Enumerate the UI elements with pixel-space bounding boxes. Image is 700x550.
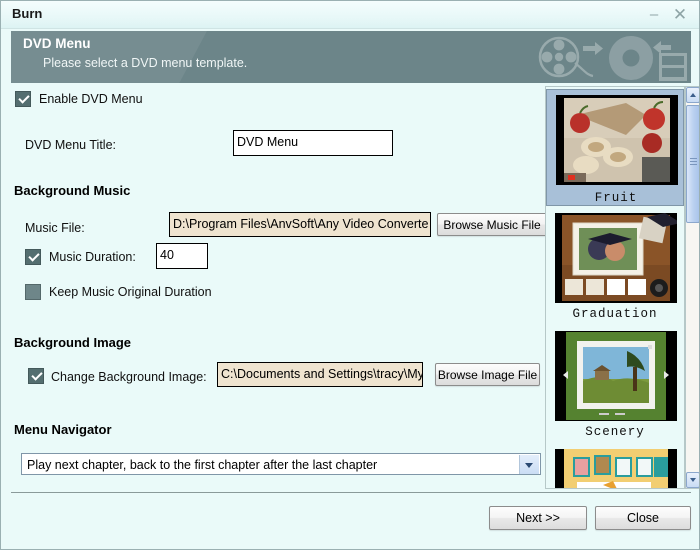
change-background-image-label: Change Background Image: [51,370,207,384]
template-item-scenery[interactable]: Scenery [546,327,684,444]
film-reel-icon [540,38,593,76]
template-thumbnail-partial [555,449,677,489]
music-file-label: Music File: [25,221,85,235]
browse-image-file-button[interactable]: Browse Image File [435,363,540,386]
template-thumbnail-graduation [555,213,677,303]
dvd-burn-decoration-icon [531,31,691,83]
template-thumbnail-fruit [556,95,678,185]
template-name-fruit: Fruit [547,190,684,206]
template-name-scenery: Scenery [546,425,684,439]
browse-image-file-label: Browse Image File [436,364,539,385]
keep-original-duration-checkbox[interactable] [25,284,41,300]
title-bar: Burn – ✕ [1,1,700,29]
template-item-fruit[interactable]: Fruit [546,89,684,206]
music-duration-label: Music Duration: [49,250,136,264]
next-button[interactable]: Next >> [489,506,587,530]
arrow-right-icon [583,42,603,55]
page-subtitle: Please select a DVD menu template. [43,56,247,70]
template-list-scrollbar[interactable] [685,86,700,489]
page-header: DVD Menu Please select a DVD menu templa… [11,31,691,83]
dvd-menu-title-label: DVD Menu Title: [25,138,116,152]
music-duration-checkbox[interactable] [25,249,41,265]
background-image-path-input[interactable]: C:\Documents and Settings\tracy\My [217,362,423,387]
window-title: Burn [12,6,42,21]
background-image-section-label: Background Image [14,335,131,350]
browse-music-file-label: Browse Music File [438,214,546,235]
change-background-image-checkbox[interactable] [28,368,44,384]
scroll-up-button[interactable] [686,87,700,103]
template-thumbnail-scenery [555,331,677,421]
scrollbar-thumb[interactable] [686,105,700,223]
music-file-input[interactable]: D:\Program Files\AnvSoft\Any Video Conve… [169,212,431,237]
burn-dialog: Burn – ✕ DVD Menu Please select a DVD me… [0,0,700,550]
menu-navigator-selected-value: Play next chapter, back to the first cha… [27,458,377,472]
filmstrip-icon [659,53,687,81]
minimize-button[interactable]: – [643,5,665,25]
arrow-left-icon [653,41,671,54]
dvd-menu-title-input[interactable]: DVD Menu [233,130,393,156]
template-item-partial[interactable] [546,445,684,489]
footer-divider [11,492,691,493]
music-duration-input[interactable]: 40 [156,243,208,269]
page-title: DVD Menu [23,36,91,51]
settings-form: Enable DVD Menu DVD Menu Title: DVD Menu… [11,85,539,489]
close-window-button[interactable]: ✕ [669,5,691,25]
template-item-graduation[interactable]: Graduation [546,209,684,326]
scrollbar-grip-icon [690,158,697,167]
template-name-graduation: Graduation [546,307,684,321]
enable-dvd-menu-label: Enable DVD Menu [39,92,143,106]
menu-navigator-section-label: Menu Navigator [14,422,112,437]
browse-music-file-button[interactable]: Browse Music File [437,213,547,236]
scroll-down-button[interactable] [686,472,700,488]
enable-dvd-menu-checkbox[interactable] [15,91,31,107]
close-button[interactable]: Close [595,506,691,530]
chevron-down-icon[interactable] [519,455,539,475]
background-music-section-label: Background Music [14,183,130,198]
menu-navigator-select[interactable]: Play next chapter, back to the first cha… [21,453,541,475]
disc-icon [609,36,653,80]
template-list[interactable]: Fruit Graduation [545,86,685,489]
keep-original-duration-label: Keep Music Original Duration [49,285,212,299]
